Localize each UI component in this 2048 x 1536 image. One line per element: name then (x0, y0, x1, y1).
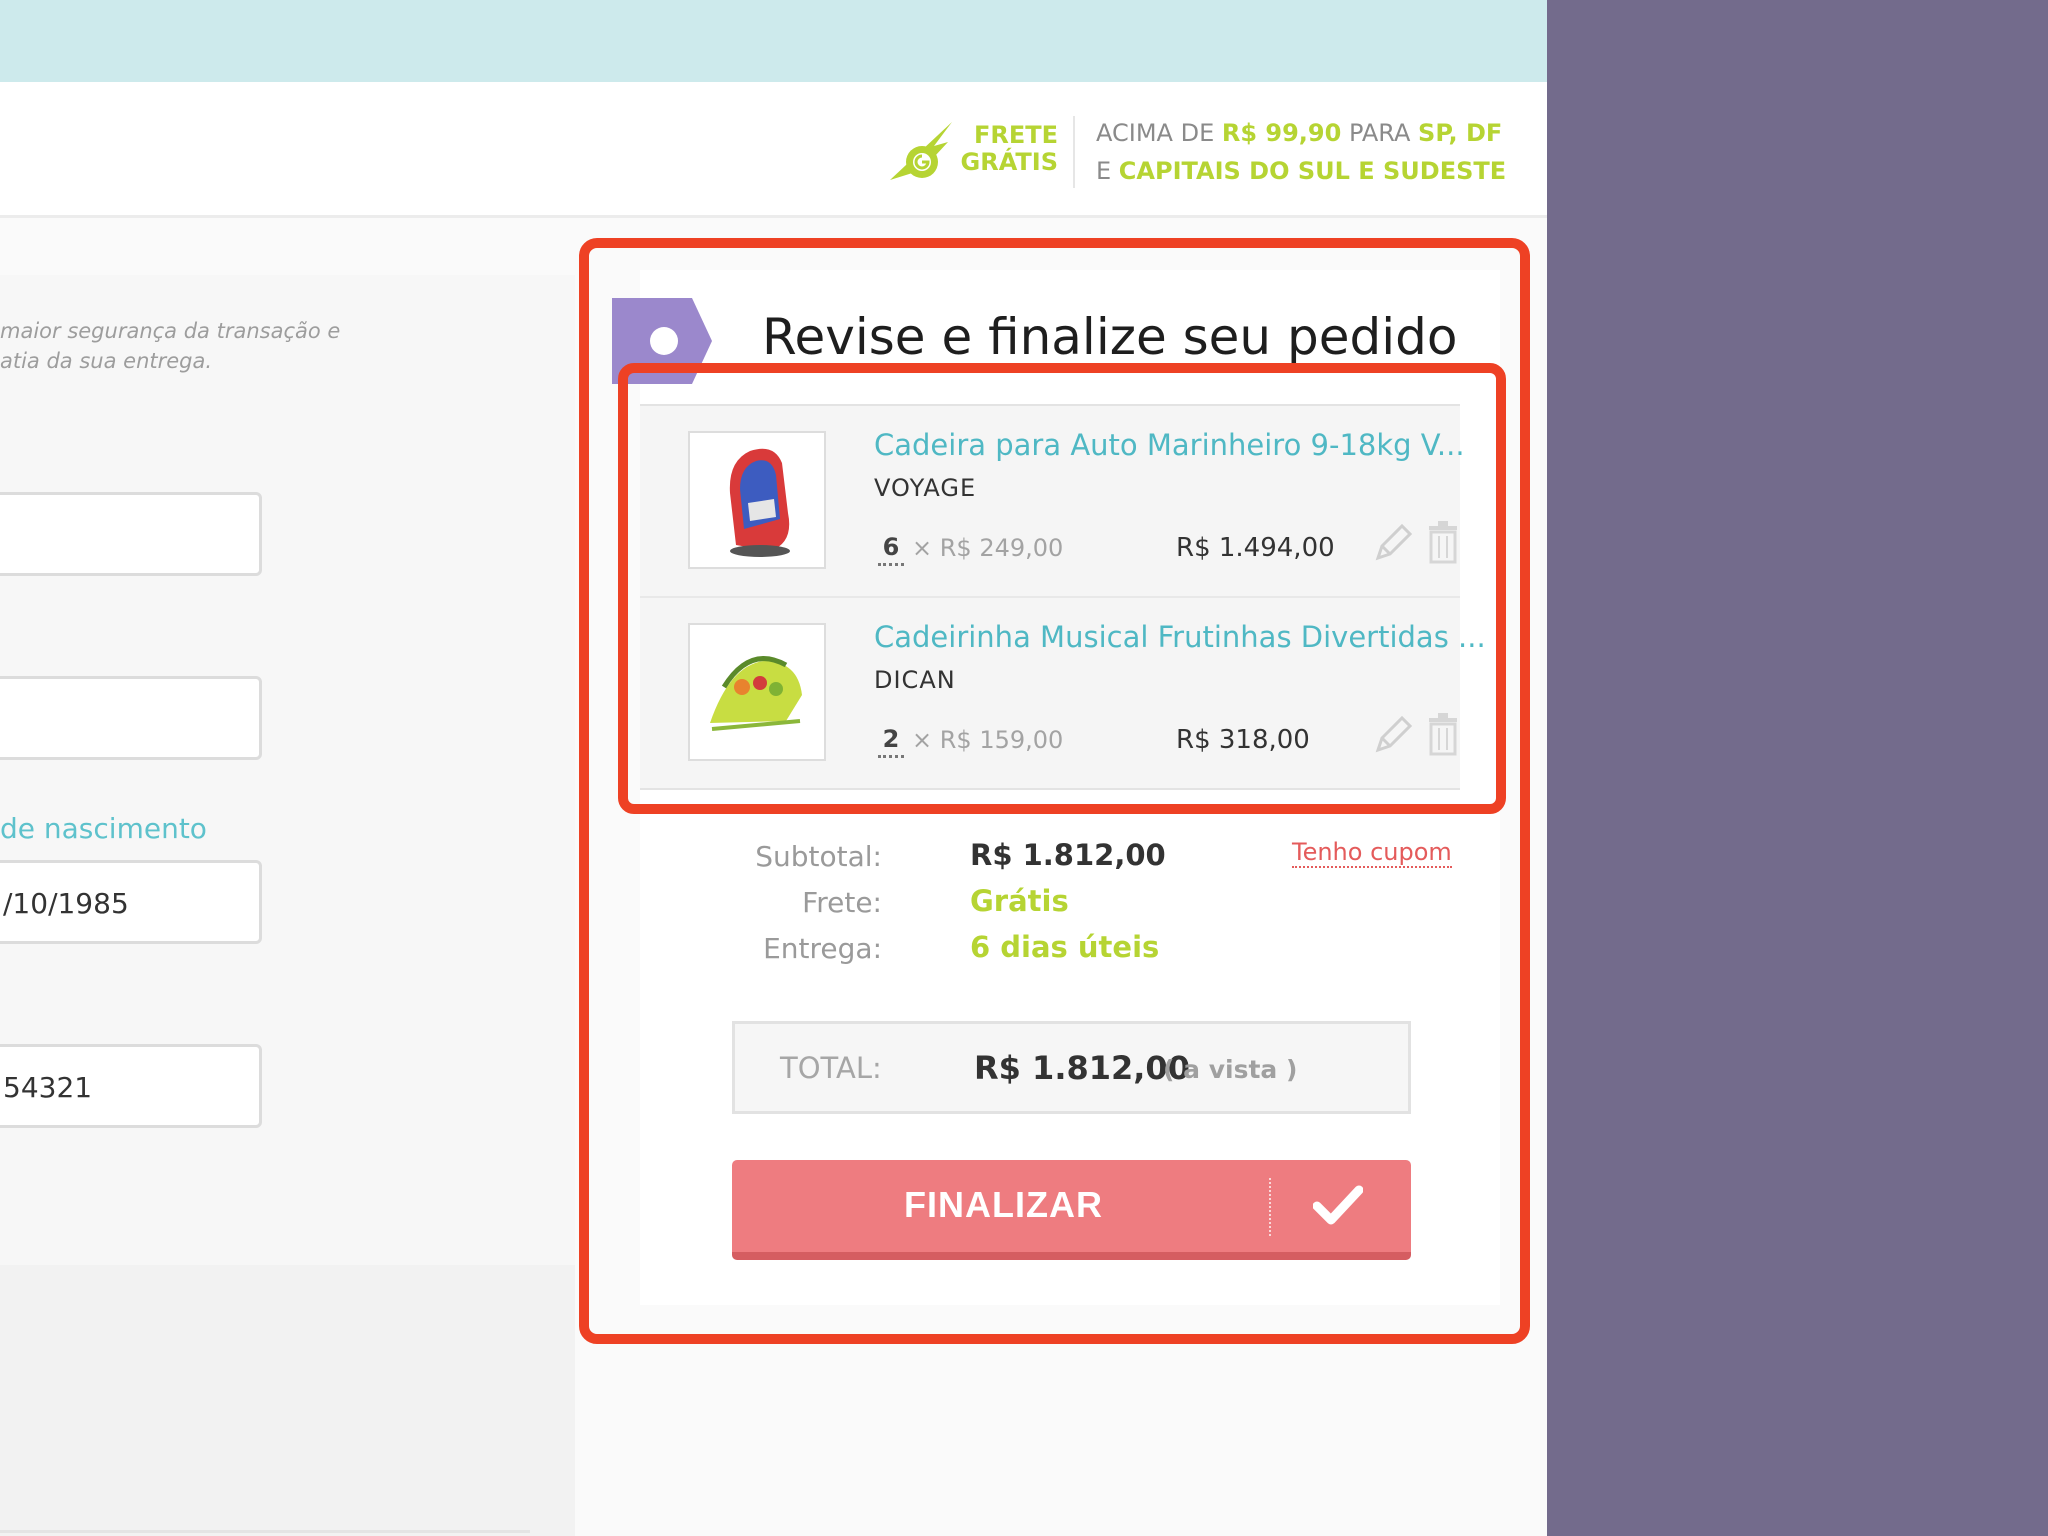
pencil-icon[interactable] (1372, 712, 1412, 756)
item-brand: VOYAGE (874, 474, 977, 502)
info-prefix: ACIMA DE (1096, 119, 1222, 147)
entrega-value: 6 dias úteis (970, 930, 1160, 964)
subtotal-label: Subtotal: (755, 840, 882, 873)
left-divider (0, 1530, 530, 1533)
form-hint-text: maior segurança da transação e atia da s… (0, 316, 380, 376)
total-payment-note: ( a vista ) (1163, 1055, 1298, 1084)
subtotal-value: R$ 1.812,00 (970, 838, 1166, 872)
entrega-label: Entrega: (763, 932, 882, 965)
frete-label-line2: GRÁTIS (960, 148, 1058, 176)
frete-gratis-label: FRETE GRÁTIS (958, 122, 1058, 176)
order-total-box: TOTAL: R$ 1.812,00 ( a vista ) (732, 1021, 1411, 1114)
birth-date-label: de nascimento (0, 812, 207, 845)
item-name-link[interactable]: Cadeira para Auto Marinheiro 9-18kg V... (874, 428, 1465, 462)
frete-label: Frete: (802, 886, 882, 919)
info-regions: CAPITAIS DO SUL E SUDESTE (1118, 157, 1507, 185)
car-seat-image (729, 448, 790, 557)
product-thumbnail[interactable] (688, 431, 826, 569)
item-quantity[interactable]: 6 (878, 533, 904, 566)
frete-label-line1: FRETE (973, 121, 1058, 149)
pencil-icon[interactable] (1372, 520, 1412, 564)
form-field-1[interactable] (0, 492, 262, 576)
checkmark-icon (1313, 1185, 1363, 1225)
item-unit-price: × R$ 249,00 (912, 534, 1064, 562)
item-unit-price: × R$ 159,00 (912, 726, 1064, 754)
bouncer-image (710, 656, 802, 731)
finalize-label: FINALIZAR (904, 1184, 1103, 1225)
cart-item: Cadeirinha Musical Frutinhas Divertidas … (640, 596, 1486, 786)
cart-items-list: Cadeira para Auto Marinheiro 9-18kg V...… (640, 404, 1486, 790)
info-e: E (1096, 157, 1119, 185)
phone-field[interactable]: 54321 (0, 1044, 262, 1128)
left-lower-area (0, 1265, 575, 1536)
item-line-total: R$ 1.494,00 (1176, 533, 1335, 563)
item-brand: DICAN (874, 666, 956, 694)
item-name-link[interactable]: Cadeirinha Musical Frutinhas Divertidas … (874, 620, 1486, 654)
total-label: TOTAL: (780, 1051, 882, 1085)
item-quantity[interactable]: 2 (878, 725, 904, 758)
header-divider (1073, 116, 1075, 188)
birth-date-field[interactable]: /10/1985 (0, 860, 262, 944)
info-states: SP, DF (1418, 119, 1503, 147)
button-separator (1269, 1178, 1271, 1236)
total-value: R$ 1.812,00 (974, 1049, 1190, 1087)
form-field-2[interactable] (0, 676, 262, 760)
product-thumbnail[interactable] (688, 623, 826, 761)
top-band (0, 0, 1547, 82)
header: FRETE GRÁTIS ACIMA DE R$ 99,90 PARA SP, … (0, 82, 1547, 218)
hint-line1: maior segurança da transação e (0, 319, 341, 343)
info-amount: R$ 99,90 (1221, 119, 1342, 147)
free-shipping-info: ACIMA DE R$ 99,90 PARA SP, DF E CAPITAIS… (1096, 114, 1516, 190)
hint-line2: atia da sua entrega. (0, 349, 213, 373)
frete-value: Grátis (970, 884, 1069, 918)
side-background (1547, 0, 2048, 1536)
trash-icon[interactable] (1427, 520, 1459, 564)
item-line-total: R$ 318,00 (1176, 725, 1310, 755)
info-para: PARA (1341, 119, 1419, 147)
coupon-link[interactable]: Tenho cupom (1292, 838, 1452, 868)
cart-item: Cadeira para Auto Marinheiro 9-18kg V...… (640, 406, 1465, 596)
trash-icon[interactable] (1427, 712, 1459, 756)
tag-icon (612, 298, 712, 384)
frete-gratis-logo-icon (890, 122, 952, 180)
finalize-button[interactable]: FINALIZAR (732, 1160, 1411, 1260)
summary-title: Revise e finalize seu pedido (762, 308, 1458, 366)
